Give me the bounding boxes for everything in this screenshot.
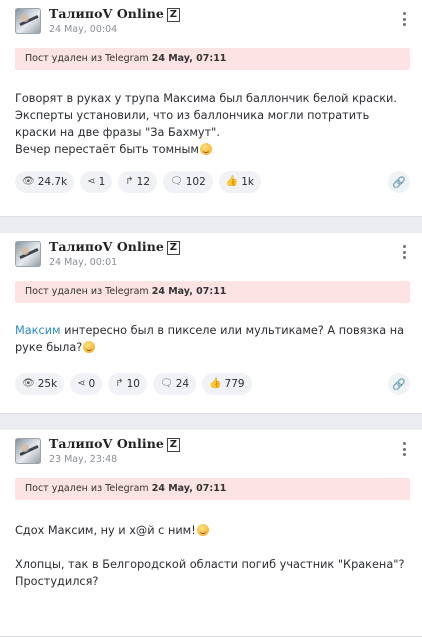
post-text-content: Сдох Максим, ну и х@й с ним! <box>15 524 196 537</box>
views-pill[interactable]: 👁 24.7k <box>15 171 75 193</box>
comments-icon: 🗨 <box>170 176 183 187</box>
avatar[interactable] <box>15 8 41 34</box>
avatar[interactable] <box>15 438 41 464</box>
comments-count: 24 <box>175 378 190 390</box>
share-icon: ⋖ <box>87 176 96 187</box>
shares-pill[interactable]: ⋖ 1 <box>80 171 113 193</box>
more-vertical-icon[interactable] <box>400 10 408 28</box>
deleted-notice: Пост удален из Telegram 24 May, 07:11 <box>15 281 410 303</box>
thumbs-up-icon: 👍 <box>209 378 222 389</box>
more-vertical-icon[interactable] <box>400 440 408 458</box>
forward-icon: ↱ <box>115 378 124 389</box>
eye-icon: 👁 <box>22 378 35 389</box>
post-date[interactable]: 24 May, 00:01 <box>49 257 117 268</box>
post-text-line: Хлопцы, так в Белгородской области погиб… <box>15 558 405 588</box>
channel-name-text: ТалипоV Online <box>49 239 164 254</box>
comments-pill[interactable]: 🗨 24 <box>153 373 197 395</box>
deleted-notice: Пост удален из Telegram 24 May, 07:11 <box>15 48 410 70</box>
post-text: Сдох Максим, ну и х@й с ним! Хлопцы, так… <box>15 522 407 590</box>
post-stats: 👁 24.7k ⋖ 1 ↱ 12 🗨 102 👍 1k 🔗 <box>15 171 410 195</box>
thumbs-up-icon: 👍 <box>225 176 239 187</box>
comments-count: 102 <box>185 176 206 188</box>
grin-emoji-icon <box>83 341 96 353</box>
post-stats: 👁 25k ⋖ 0 ↱ 10 🗨 24 👍 779 🔗 <box>15 373 410 397</box>
share-icon: ⋖ <box>77 378 86 389</box>
post-date[interactable]: 24 May, 00:04 <box>49 24 117 35</box>
deleted-notice-date: 24 May, 07:11 <box>151 53 227 64</box>
forwards-count: 12 <box>136 176 151 188</box>
deleted-notice-text: Пост удален из Telegram <box>25 53 149 64</box>
post-text-line-content: Вечер перестаёт быть томным <box>15 143 199 156</box>
views-count: 25k <box>37 378 58 390</box>
comments-icon: 🗨 <box>160 378 173 389</box>
post-text: Максим интересно был в пикселе или мульт… <box>15 322 407 356</box>
likes-pill[interactable]: 👍 1k <box>218 171 261 193</box>
more-vertical-icon[interactable] <box>400 243 408 261</box>
shares-count: 0 <box>88 378 96 390</box>
post-feed: ТалипоV Online Z 24 May, 00:04 Пост удале… <box>0 0 422 637</box>
post-text-line: Эксперты установили, что из баллончика м… <box>15 109 370 139</box>
forwards-pill[interactable]: ↱ 10 <box>108 373 147 395</box>
forwards-pill[interactable]: ↱ 12 <box>118 171 158 193</box>
channel-name-text: ТалипоV Online <box>49 6 164 21</box>
shares-pill[interactable]: ⋖ 0 <box>70 373 103 395</box>
post-text: Говорят в руках у трупа Максима был балл… <box>15 90 407 158</box>
post-text-line: Сдох Максим, ну и х@й с ним! <box>15 522 407 539</box>
link-icon[interactable]: 🔗 <box>388 171 410 193</box>
likes-count: 1k <box>241 176 254 188</box>
mention-link[interactable]: Максим <box>15 324 61 337</box>
z-badge-icon: Z <box>166 438 180 452</box>
eye-icon: 👁 <box>22 176 35 187</box>
channel-name[interactable]: ТалипоV Online Z <box>49 436 180 452</box>
grin-emoji-icon <box>196 524 209 536</box>
deleted-notice-text: Пост удален из Telegram <box>25 483 149 494</box>
post-text-line: Вечер перестаёт быть томным <box>15 141 407 158</box>
grin-emoji-icon <box>199 143 212 155</box>
post-card: ТалипоV Online Z 23 May, 23:48 Пост удале… <box>0 430 422 637</box>
deleted-notice: Пост удален из Telegram 24 May, 07:11 <box>15 478 410 500</box>
comments-pill[interactable]: 🗨 102 <box>163 171 213 193</box>
forward-icon: ↱ <box>125 176 134 187</box>
deleted-notice-date: 24 May, 07:11 <box>151 483 227 494</box>
forwards-count: 10 <box>126 378 140 390</box>
post-header: ТалипоV Online Z 23 May, 23:48 <box>0 436 422 474</box>
post-text-content: интересно был в пикселе или мультикаме? … <box>15 324 405 354</box>
likes-pill[interactable]: 👍 779 <box>202 373 252 395</box>
channel-name[interactable]: ТалипоV Online Z <box>49 6 180 22</box>
views-pill[interactable]: 👁 25k <box>15 373 65 395</box>
post-header: ТалипоV Online Z 24 May, 00:01 <box>0 239 422 277</box>
post-text-line: Максим интересно был в пикселе или мульт… <box>15 322 407 356</box>
link-icon[interactable]: 🔗 <box>388 373 410 395</box>
avatar[interactable] <box>15 241 41 267</box>
post-date[interactable]: 23 May, 23:48 <box>49 454 117 465</box>
views-count: 24.7k <box>37 176 68 188</box>
shares-count: 1 <box>98 176 106 188</box>
post-card: ТалипоV Online Z 24 May, 00:01 Пост удале… <box>0 233 422 414</box>
deleted-notice-text: Пост удален из Telegram <box>25 286 149 297</box>
likes-count: 779 <box>224 378 245 390</box>
channel-name-text: ТалипоV Online <box>49 436 164 451</box>
post-header: ТалипоV Online Z 24 May, 00:04 <box>0 6 422 44</box>
channel-name[interactable]: ТалипоV Online Z <box>49 239 180 255</box>
deleted-notice-date: 24 May, 07:11 <box>151 286 227 297</box>
post-card: ТалипоV Online Z 24 May, 00:04 Пост удале… <box>0 0 422 217</box>
z-badge-icon: Z <box>166 8 180 22</box>
z-badge-icon: Z <box>166 241 180 255</box>
post-text-line: Говорят в руках у трупа Максима был балл… <box>15 92 397 105</box>
